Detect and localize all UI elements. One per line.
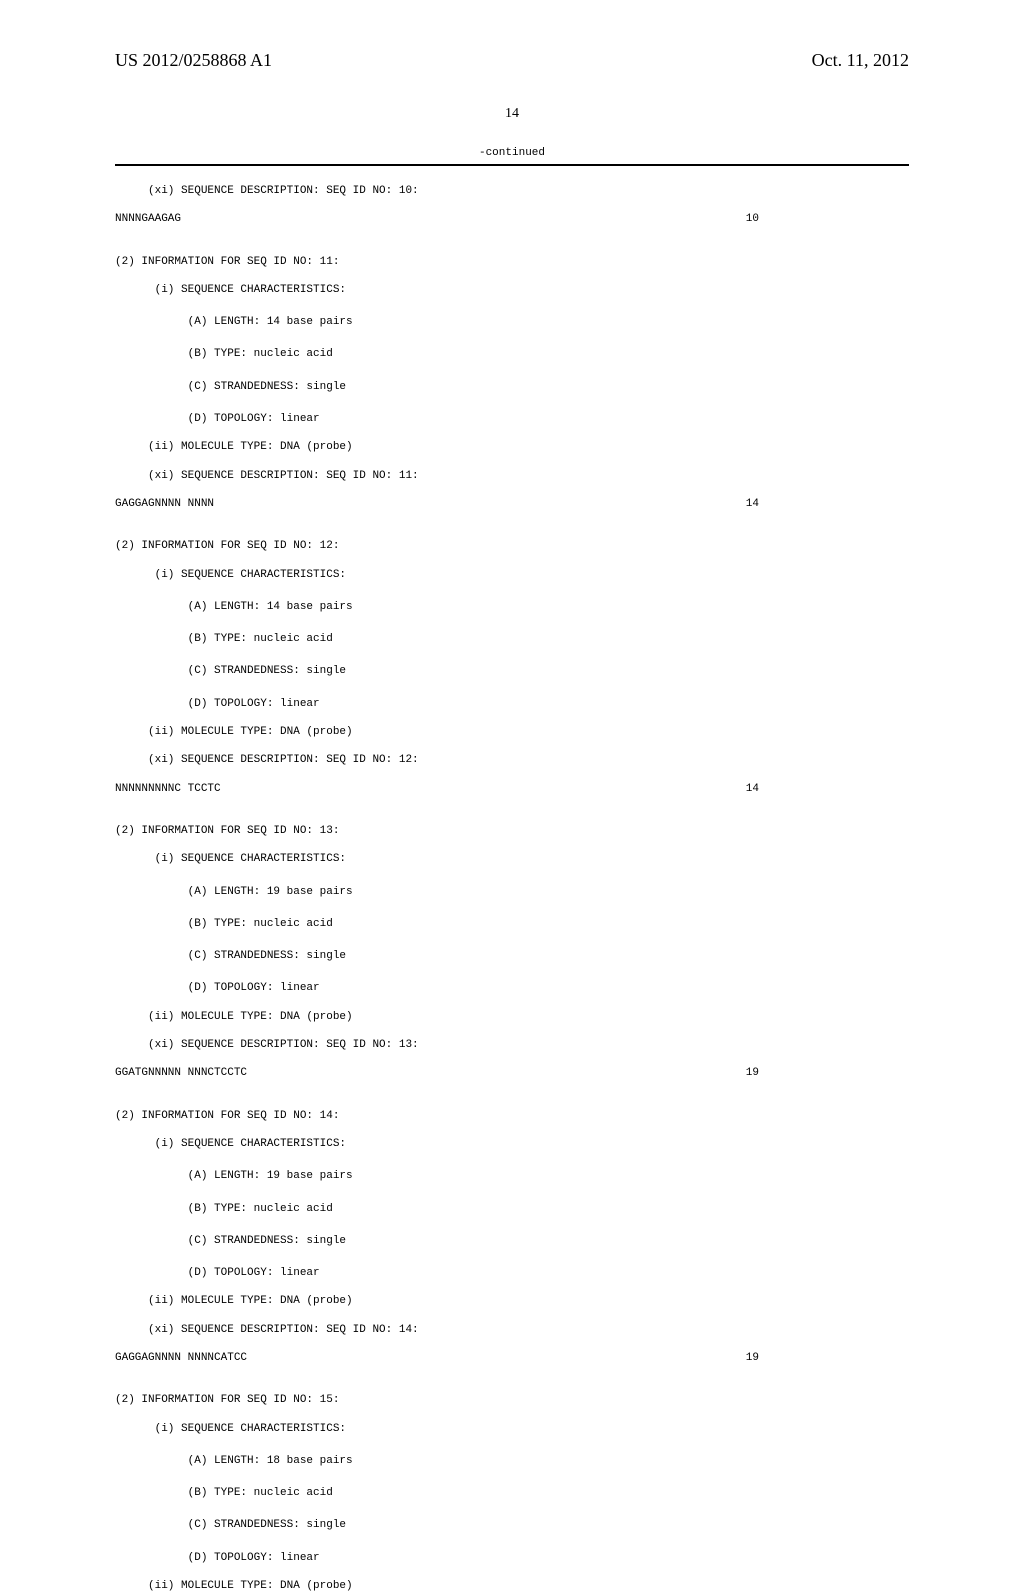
seq-char-header: (i) SEQUENCE CHARACTERISTICS: bbox=[115, 1422, 909, 1436]
seq-char-header: (i) SEQUENCE CHARACTERISTICS: bbox=[115, 568, 909, 582]
seq-char-d: (D) TOPOLOGY: linear bbox=[115, 394, 909, 426]
seq-char-b: (B) TYPE: nucleic acid bbox=[115, 1184, 909, 1216]
sequence-length: 10 bbox=[746, 212, 909, 226]
seq-mol-type: (ii) MOLECULE TYPE: DNA (probe) bbox=[115, 1294, 909, 1308]
sequence-length: 14 bbox=[746, 782, 909, 796]
sequence-text: NNNNNNNNNC TCCTC bbox=[115, 782, 221, 796]
sequence-row: GGATGNNNNN NNNCTCCTC 19 bbox=[115, 1066, 909, 1080]
seq-char-c: (C) STRANDEDNESS: single bbox=[115, 1216, 909, 1248]
publication-number: US 2012/0258868 A1 bbox=[115, 50, 272, 71]
sequence-length: 14 bbox=[746, 497, 909, 511]
seq-char-header: (i) SEQUENCE CHARACTERISTICS: bbox=[115, 852, 909, 866]
seq-char-b: (B) TYPE: nucleic acid bbox=[115, 1468, 909, 1500]
seq-desc-line: (xi) SEQUENCE DESCRIPTION: SEQ ID NO: 13… bbox=[115, 1038, 909, 1052]
seq-char-b: (B) TYPE: nucleic acid bbox=[115, 614, 909, 646]
seq-char-a: (A) LENGTH: 14 base pairs bbox=[115, 297, 909, 329]
sequence-text: NNNNGAAGAG bbox=[115, 212, 181, 226]
sequence-listing: -continued (xi) SEQUENCE DESCRIPTION: SE… bbox=[0, 122, 1024, 1593]
seq-char-c: (C) STRANDEDNESS: single bbox=[115, 362, 909, 394]
seq-char-d: (D) TOPOLOGY: linear bbox=[115, 1533, 909, 1565]
seq-info-header: (2) INFORMATION FOR SEQ ID NO: 13: bbox=[115, 824, 909, 838]
seq-char-d: (D) TOPOLOGY: linear bbox=[115, 1248, 909, 1280]
seq-char-d: (D) TOPOLOGY: linear bbox=[115, 963, 909, 995]
page-header: US 2012/0258868 A1 Oct. 11, 2012 bbox=[0, 0, 1024, 71]
seq-mol-type: (ii) MOLECULE TYPE: DNA (probe) bbox=[115, 1579, 909, 1593]
sequence-row: NNNNGAAGAG 10 bbox=[115, 212, 909, 226]
seq-desc-line: (xi) SEQUENCE DESCRIPTION: SEQ ID NO: 10… bbox=[115, 166, 909, 198]
seq-mol-type: (ii) MOLECULE TYPE: DNA (probe) bbox=[115, 440, 909, 454]
publication-date: Oct. 11, 2012 bbox=[812, 50, 909, 71]
seq-char-a: (A) LENGTH: 19 base pairs bbox=[115, 1151, 909, 1183]
seq-desc-line: (xi) SEQUENCE DESCRIPTION: SEQ ID NO: 11… bbox=[115, 469, 909, 483]
seq-char-a: (A) LENGTH: 18 base pairs bbox=[115, 1436, 909, 1468]
seq-char-c: (C) STRANDEDNESS: single bbox=[115, 1500, 909, 1532]
seq-char-c: (C) STRANDEDNESS: single bbox=[115, 646, 909, 678]
seq-desc-line: (xi) SEQUENCE DESCRIPTION: SEQ ID NO: 14… bbox=[115, 1323, 909, 1337]
sequence-text: GAGGAGNNNN NNNNCATCC bbox=[115, 1351, 247, 1365]
sequence-length: 19 bbox=[746, 1351, 909, 1365]
seq-mol-type: (ii) MOLECULE TYPE: DNA (probe) bbox=[115, 725, 909, 739]
page-number: 14 bbox=[0, 106, 1024, 122]
seq-desc-line: (xi) SEQUENCE DESCRIPTION: SEQ ID NO: 12… bbox=[115, 753, 909, 767]
sequence-row: NNNNNNNNNC TCCTC 14 bbox=[115, 782, 909, 796]
sequence-text: GAGGAGNNNN NNNN bbox=[115, 497, 214, 511]
sequence-length: 19 bbox=[746, 1066, 909, 1080]
sequence-row: GAGGAGNNNN NNNNCATCC 19 bbox=[115, 1351, 909, 1365]
seq-char-b: (B) TYPE: nucleic acid bbox=[115, 899, 909, 931]
seq-char-a: (A) LENGTH: 19 base pairs bbox=[115, 867, 909, 899]
continued-label: -continued bbox=[115, 147, 909, 164]
seq-char-b: (B) TYPE: nucleic acid bbox=[115, 329, 909, 361]
seq-info-header: (2) INFORMATION FOR SEQ ID NO: 11: bbox=[115, 255, 909, 269]
seq-info-header: (2) INFORMATION FOR SEQ ID NO: 12: bbox=[115, 539, 909, 553]
seq-char-c: (C) STRANDEDNESS: single bbox=[115, 931, 909, 963]
seq-info-header: (2) INFORMATION FOR SEQ ID NO: 14: bbox=[115, 1109, 909, 1123]
seq-char-a: (A) LENGTH: 14 base pairs bbox=[115, 582, 909, 614]
seq-mol-type: (ii) MOLECULE TYPE: DNA (probe) bbox=[115, 1010, 909, 1024]
sequence-text: GGATGNNNNN NNNCTCCTC bbox=[115, 1066, 247, 1080]
seq-char-header: (i) SEQUENCE CHARACTERISTICS: bbox=[115, 1137, 909, 1151]
seq-char-d: (D) TOPOLOGY: linear bbox=[115, 679, 909, 711]
seq-char-header: (i) SEQUENCE CHARACTERISTICS: bbox=[115, 283, 909, 297]
seq-info-header: (2) INFORMATION FOR SEQ ID NO: 15: bbox=[115, 1393, 909, 1407]
sequence-row: GAGGAGNNNN NNNN 14 bbox=[115, 497, 909, 511]
